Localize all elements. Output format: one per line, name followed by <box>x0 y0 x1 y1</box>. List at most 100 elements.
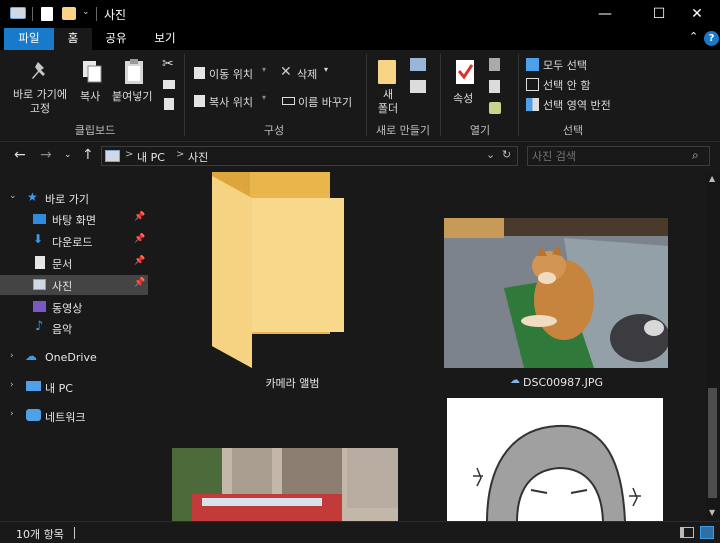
minimize-button[interactable]: — <box>582 0 628 28</box>
open-icon[interactable] <box>489 58 500 71</box>
move-to-button[interactable]: 이동 위치 ▾ <box>192 64 272 82</box>
paste-button[interactable]: 붙여넣기 <box>110 56 158 118</box>
paste-icon <box>125 59 143 84</box>
ribbon-tabs: 파일 홈 공유 보기 <box>0 28 720 50</box>
navigation-pane: ⌄ ★ 바로 가기 바탕 화면 📌 ⬇ 다운로드 📌 문서 📌 사진 📌 동영상… <box>0 172 150 521</box>
toolbar-separator <box>32 7 33 21</box>
up-arrow-icon[interactable]: ↑ <box>82 147 94 163</box>
pin-icon[interactable]: 📌 <box>134 256 145 266</box>
search-box[interactable]: ⌕ <box>527 146 710 166</box>
breadcrumb-separator[interactable]: > <box>125 149 133 160</box>
help-icon[interactable]: ? <box>704 31 719 46</box>
sidebar-item-quick-access[interactable]: ⌄ ★ 바로 가기 <box>0 188 148 208</box>
chevron-right-icon[interactable]: › <box>10 409 14 419</box>
ribbon-collapse-icon[interactable]: ⌃ <box>689 30 698 43</box>
pin-icon[interactable]: 📌 <box>134 278 145 288</box>
breadcrumb-separator[interactable]: > <box>176 149 184 160</box>
address-bar[interactable]: > 내 PC > 사진 ⌄ ↻ <box>101 146 518 166</box>
dog-photo-thumbnail <box>444 218 668 368</box>
select-all-button[interactable]: 모두 선택 <box>526 56 616 74</box>
forward-arrow-icon[interactable]: → <box>40 147 52 163</box>
chevron-down-icon[interactable]: ⌄ <box>9 191 17 201</box>
sidebar-item-videos[interactable]: 동영상 <box>0 297 148 317</box>
back-arrow-icon[interactable]: ← <box>14 147 26 163</box>
easy-access-icon[interactable] <box>410 80 426 93</box>
scroll-thumb[interactable] <box>708 388 717 498</box>
paste-label: 붙여넣기 <box>112 90 153 103</box>
close-button[interactable]: ✕ <box>674 0 720 28</box>
sidebar-item-network[interactable]: › 네트워크 <box>0 406 148 426</box>
sidebar-item-onedrive[interactable]: › ☁ OneDrive <box>0 348 148 368</box>
new-folder-button[interactable]: 새 폴더 <box>372 56 404 118</box>
title-bar: ⌄ 사진 — ☐ ✕ <box>0 0 720 28</box>
copy-label: 복사 <box>80 90 101 103</box>
document-icon <box>35 256 45 269</box>
sidebar-item-documents[interactable]: 문서 📌 <box>0 253 148 273</box>
details-view-icon[interactable] <box>680 527 694 538</box>
breadcrumb-this-pc[interactable]: 내 PC <box>137 149 165 165</box>
sidebar-item-desktop[interactable]: 바탕 화면 📌 <box>0 209 148 229</box>
cloud-sync-icon: ☁ <box>510 375 520 386</box>
recent-locations-icon[interactable]: ⌄ <box>64 150 72 160</box>
paste-shortcut-icon[interactable] <box>164 98 174 110</box>
street-photo-thumbnail <box>172 448 398 521</box>
chevron-right-icon[interactable]: › <box>10 351 14 361</box>
address-dropdown-icon[interactable]: ⌄ <box>486 148 495 161</box>
pin-icon[interactable]: 📌 <box>134 234 145 244</box>
copy-button[interactable]: 복사 <box>76 56 108 118</box>
new-item-icon[interactable] <box>410 58 426 71</box>
invert-selection-button[interactable]: 선택 영역 반전 <box>526 96 620 114</box>
tab-home[interactable]: 홈 <box>54 28 92 50</box>
item-count: 10개 항목 <box>16 528 64 541</box>
ribbon-separator <box>518 54 519 136</box>
copy-path-icon[interactable] <box>163 80 175 89</box>
sidebar-item-downloads[interactable]: ⬇ 다운로드 📌 <box>0 231 148 251</box>
status-bar: 10개 항목 <box>0 521 720 543</box>
invert-selection-icon <box>526 98 539 111</box>
rename-button[interactable]: 이름 바꾸기 <box>280 92 364 110</box>
group-label-select: 선택 <box>562 124 584 137</box>
list-item-dsc00987[interactable]: ☁ DSC00987.JPG <box>440 218 670 394</box>
list-item-camera-roll[interactable]: 카메라 앨범 <box>190 172 360 394</box>
tab-share[interactable]: 공유 <box>97 28 135 50</box>
cut-icon[interactable]: ✂ <box>162 56 174 72</box>
copy-to-button[interactable]: 복사 위치 ▾ <box>192 92 272 110</box>
cloud-icon: ☁ <box>25 349 37 363</box>
properties-button[interactable]: 속성 <box>446 56 486 118</box>
new-folder-quick-icon[interactable] <box>62 7 76 20</box>
rename-label: 이름 바꾸기 <box>298 96 353 109</box>
pin-icon[interactable]: 📌 <box>134 212 145 222</box>
customize-quick-access-icon[interactable]: ⌄ <box>82 7 90 17</box>
select-none-button[interactable]: 선택 안 함 <box>526 76 616 94</box>
edit-icon[interactable] <box>489 80 500 93</box>
large-icons-view-icon[interactable] <box>700 526 714 539</box>
delete-button[interactable]: ✕ 삭제 ▾ <box>280 64 336 82</box>
ribbon-separator <box>184 54 185 136</box>
item-label: DSC00987.JPG <box>523 376 604 389</box>
scroll-down-icon[interactable]: ▼ <box>709 508 715 517</box>
list-item-street-photo[interactable] <box>172 448 398 521</box>
invert-selection-label: 선택 영역 반전 <box>543 99 611 112</box>
breadcrumb-pictures[interactable]: 사진 <box>188 149 208 165</box>
sidebar-item-pictures[interactable]: 사진 📌 <box>0 275 148 295</box>
chevron-right-icon[interactable]: › <box>10 380 14 390</box>
history-icon[interactable] <box>489 102 501 114</box>
sidebar-item-this-pc[interactable]: › 내 PC <box>0 377 148 397</box>
video-icon <box>33 301 46 312</box>
pin-to-quick-access-button[interactable]: 바로 가기에 고정 <box>6 56 72 118</box>
network-icon <box>26 409 41 421</box>
tab-view[interactable]: 보기 <box>145 28 185 50</box>
tab-file[interactable]: 파일 <box>4 28 54 50</box>
copy-to-icon <box>194 95 205 107</box>
desktop-icon <box>33 214 46 224</box>
refresh-icon[interactable]: ↻ <box>502 148 511 161</box>
file-list: 카메라 앨범 ☁ DSC00987.JPG <box>150 172 705 521</box>
properties-quick-icon[interactable] <box>41 7 53 21</box>
move-to-icon <box>194 67 205 79</box>
scroll-up-icon[interactable]: ▲ <box>709 174 715 183</box>
search-input[interactable] <box>532 148 682 164</box>
drawing-thumbnail <box>447 398 663 521</box>
sidebar-item-music[interactable]: ♪ 음악 <box>0 318 148 338</box>
list-item-drawing[interactable] <box>447 398 663 521</box>
select-none-icon <box>526 78 539 91</box>
